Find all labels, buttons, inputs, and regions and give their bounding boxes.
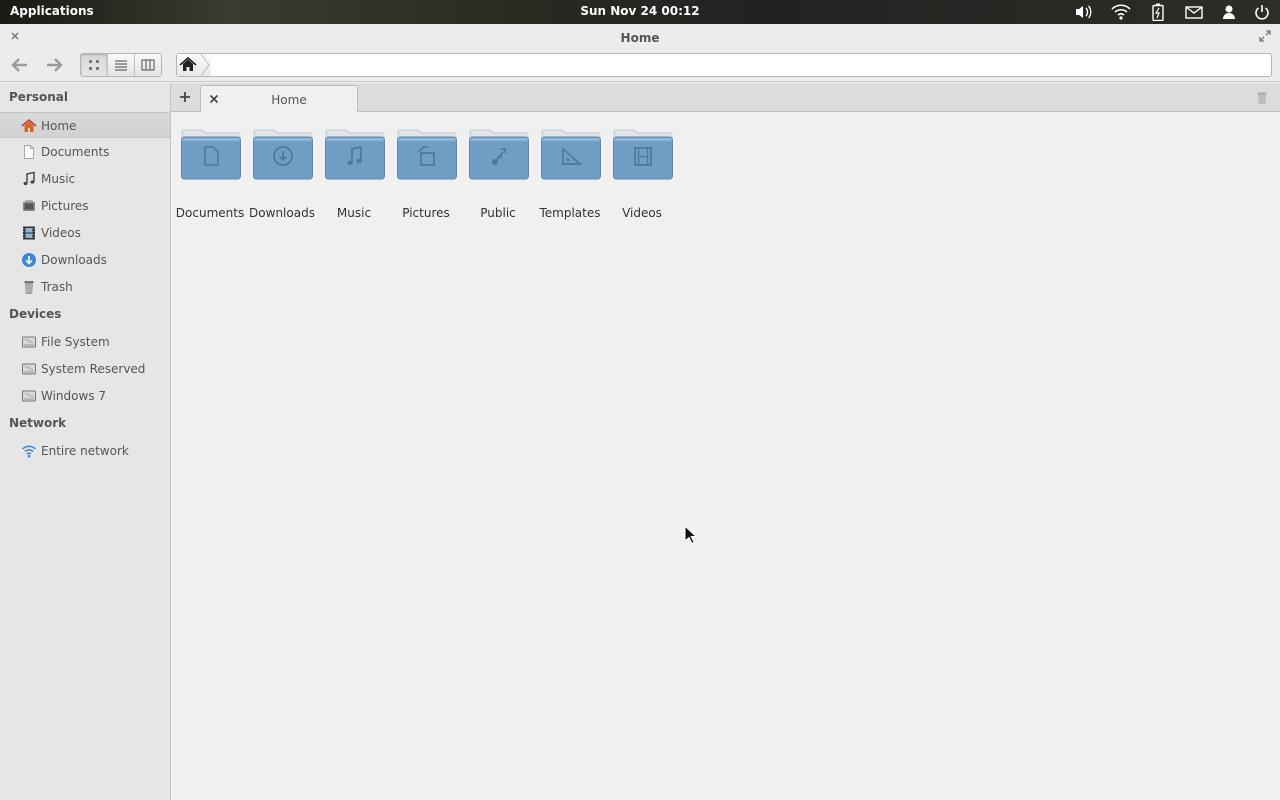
folder-videos[interactable]: Videos — [607, 128, 677, 220]
list-view-button[interactable] — [108, 54, 135, 76]
plus-icon — [180, 92, 190, 102]
clock[interactable]: Sun Nov 24 00:12 — [580, 4, 699, 18]
document-icon — [21, 144, 37, 160]
trash-icon — [21, 279, 37, 295]
sidebar-item-home[interactable]: Home — [0, 112, 170, 138]
drive-icon — [21, 361, 37, 377]
list-icon — [115, 60, 127, 71]
columns-icon — [141, 59, 155, 71]
mouse-cursor — [684, 524, 698, 545]
folder-label: Downloads — [249, 206, 315, 220]
volume-icon[interactable] — [1074, 3, 1094, 21]
home-icon — [179, 53, 210, 77]
share-icon — [469, 129, 529, 180]
column-view-button[interactable] — [135, 54, 161, 76]
sidebar-item-documents[interactable]: Documents — [0, 139, 170, 165]
document-icon — [181, 129, 241, 180]
sidebar-item-music[interactable]: Music — [0, 166, 170, 192]
sidebar-section-network: Network — [9, 416, 67, 430]
drive-icon — [21, 388, 37, 404]
window-titlebar: Home — [0, 24, 1280, 50]
tab-bar: Home — [171, 83, 1280, 113]
trash-icon[interactable] — [1256, 91, 1268, 105]
folder-label: Public — [480, 206, 516, 220]
sidebar-item-label: Documents — [41, 145, 110, 159]
battery-icon[interactable] — [1150, 3, 1170, 22]
folder-documents[interactable]: Documents — [175, 128, 245, 220]
template-icon — [541, 129, 601, 180]
breadcrumb-home[interactable] — [177, 53, 211, 77]
home-icon — [21, 118, 37, 134]
music-icon — [325, 129, 385, 180]
video-icon — [21, 225, 37, 241]
folder-templates[interactable]: Templates — [535, 128, 605, 220]
close-icon — [209, 94, 219, 104]
tab-label: Home — [271, 93, 307, 107]
sidebar-item-windows-7[interactable]: Windows 7 — [0, 383, 170, 409]
video-icon — [613, 129, 673, 180]
forward-button[interactable] — [41, 55, 67, 75]
maximize-window-button[interactable] — [1258, 29, 1272, 43]
sidebar: Personal Home Documents Music Pictures V… — [0, 83, 171, 800]
folder-label: Videos — [622, 206, 662, 220]
sidebar-item-downloads[interactable]: Downloads — [0, 247, 170, 273]
top-panel: Applications Sun Nov 24 00:12 — [0, 0, 1280, 24]
folder-label: Templates — [539, 206, 601, 220]
folder-pictures[interactable]: Pictures — [391, 128, 461, 220]
sidebar-item-label: System Reserved — [41, 362, 146, 376]
close-window-button[interactable] — [8, 29, 22, 43]
path-bar[interactable] — [176, 53, 1272, 77]
download-icon — [21, 252, 37, 268]
sidebar-item-label: Home — [41, 119, 77, 133]
view-mode-switcher — [80, 53, 162, 77]
pictures-icon — [397, 129, 457, 180]
sidebar-item-trash[interactable]: Trash — [0, 274, 170, 300]
maximize-icon — [1259, 30, 1271, 42]
back-button[interactable] — [7, 55, 33, 75]
sidebar-item-label: Windows 7 — [41, 389, 107, 403]
sidebar-section-personal: Personal — [9, 90, 68, 104]
new-tab-button[interactable] — [178, 90, 192, 104]
folder-label: Documents — [175, 206, 245, 220]
wifi-icon[interactable] — [1110, 3, 1131, 21]
close-icon — [11, 32, 19, 40]
close-tab-button[interactable] — [208, 93, 220, 105]
sidebar-item-label: Pictures — [41, 199, 89, 213]
sidebar-item-label: Downloads — [41, 253, 107, 267]
file-view[interactable]: Documents Downloads Music Pictures Publi… — [171, 112, 1280, 800]
window-title: Home — [620, 31, 660, 45]
folder-label: Music — [336, 206, 372, 220]
sidebar-item-videos[interactable]: Videos — [0, 220, 170, 246]
music-icon — [21, 171, 37, 187]
user-icon[interactable] — [1220, 3, 1240, 21]
folder-downloads[interactable]: Downloads — [247, 128, 317, 220]
drive-icon — [21, 334, 37, 350]
icon-view-button[interactable] — [81, 54, 108, 76]
folder-music[interactable]: Music — [319, 128, 389, 220]
sidebar-item-label: Music — [41, 172, 76, 186]
grid-icon — [89, 60, 99, 70]
tab-home[interactable]: Home — [200, 85, 358, 113]
sidebar-item-label: Entire network — [41, 444, 129, 458]
sidebar-item-label: File System — [41, 335, 110, 349]
power-icon[interactable] — [1253, 3, 1273, 21]
download-icon — [253, 129, 313, 180]
arrow-left-icon — [11, 58, 27, 72]
pictures-icon — [21, 198, 37, 214]
pointer-icon — [684, 524, 698, 545]
mail-icon[interactable] — [1184, 3, 1204, 21]
sidebar-item-label: Videos — [41, 226, 81, 240]
sidebar-item-pictures[interactable]: Pictures — [0, 193, 170, 219]
sidebar-item-label: Trash — [41, 280, 73, 294]
applications-menu[interactable]: Applications — [10, 4, 94, 18]
network-icon — [21, 443, 37, 459]
sidebar-item-system-reserved[interactable]: System Reserved — [0, 356, 170, 382]
folder-public[interactable]: Public — [463, 128, 533, 220]
sidebar-section-devices: Devices — [9, 307, 62, 321]
sidebar-item-entire-network[interactable]: Entire network — [0, 438, 170, 464]
arrow-right-icon — [47, 58, 63, 72]
folder-label: Pictures — [402, 206, 450, 220]
sidebar-item-file-system[interactable]: File System — [0, 329, 170, 355]
